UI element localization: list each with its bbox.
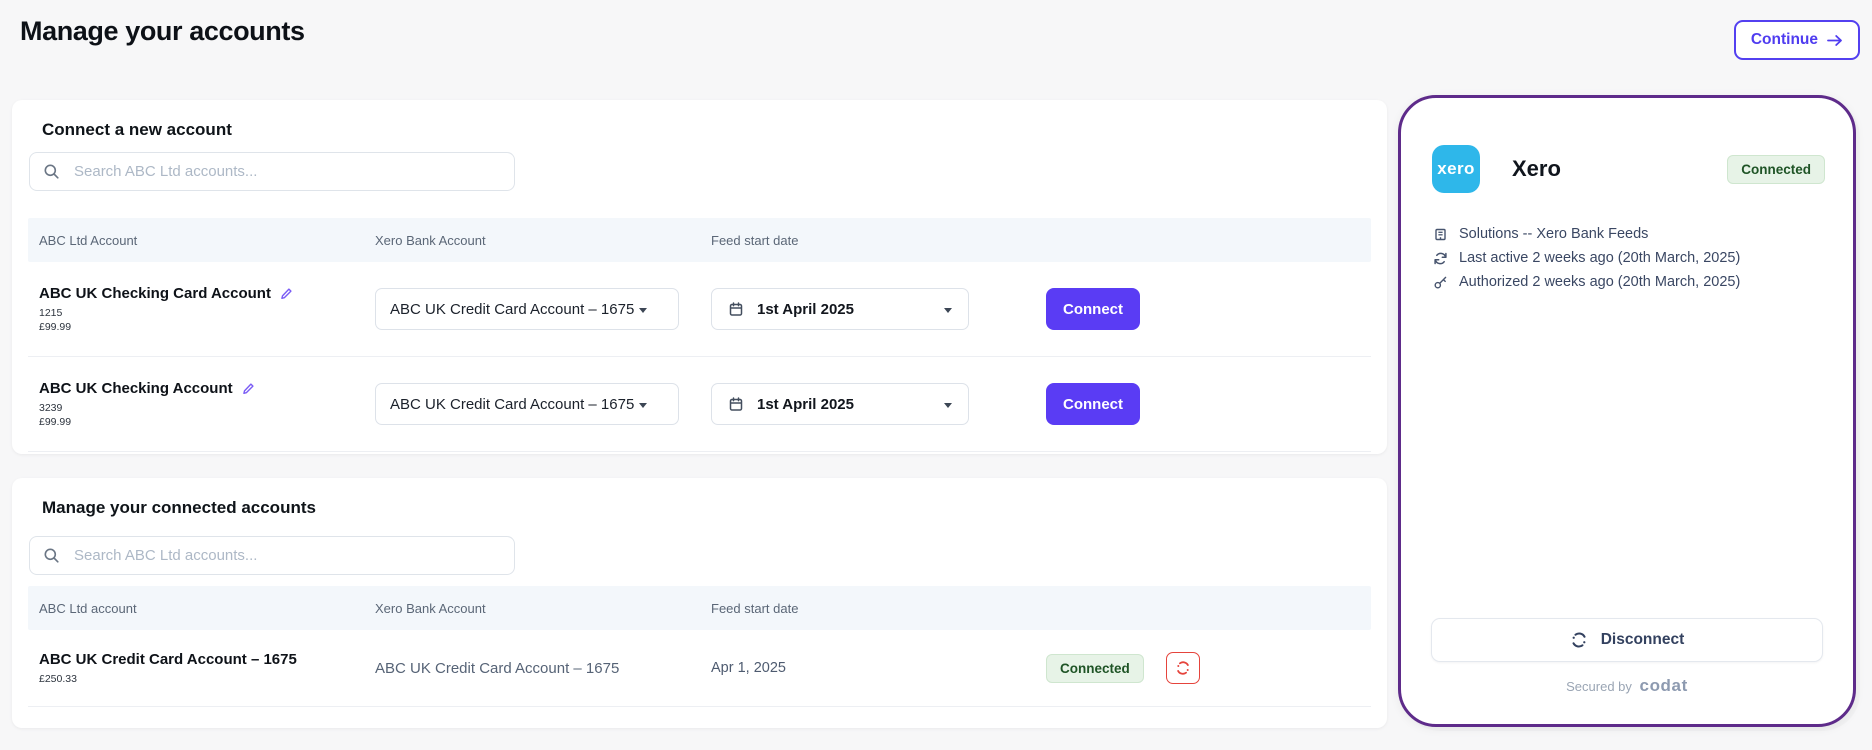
- connect-button[interactable]: Connect: [1046, 288, 1140, 330]
- account-name: ABC UK Checking Card Account: [39, 285, 271, 302]
- column-feed-start-date: Feed start date: [711, 233, 1046, 248]
- connect-search-input[interactable]: [72, 162, 501, 181]
- calendar-icon: [728, 396, 744, 412]
- table-row: ABC UK Checking Card Account 1215 £99.99…: [28, 262, 1371, 357]
- edit-icon[interactable]: [242, 382, 255, 395]
- feed-start-date-picker[interactable]: 1st April 2025: [711, 383, 969, 425]
- xero-account-selected-value: ABC UK Credit Card Account – 1675: [390, 301, 634, 318]
- column-feed-start-date: Feed start date: [711, 601, 1046, 616]
- disconnect-label: Disconnect: [1601, 631, 1685, 649]
- key-icon: [1433, 275, 1448, 290]
- account-number: 3239: [39, 402, 375, 414]
- continue-label: Continue: [1751, 31, 1818, 49]
- account-number: 1215: [39, 307, 375, 319]
- secured-by-text: Secured by: [1566, 679, 1632, 694]
- arrow-right-icon: [1827, 34, 1843, 47]
- column-xero-bank-account: Xero Bank Account: [375, 601, 711, 616]
- column-xero-bank-account: Xero Bank Account: [375, 233, 711, 248]
- calendar-icon: [728, 301, 744, 317]
- chevron-down-icon: [944, 403, 952, 408]
- search-icon: [43, 547, 60, 564]
- building-icon: [1433, 227, 1448, 242]
- connect-table-header: ABC Ltd Account Xero Bank Account Feed s…: [28, 218, 1371, 262]
- manage-table-header: ABC Ltd account Xero Bank Account Feed s…: [28, 586, 1371, 630]
- chevron-down-icon: [639, 403, 647, 408]
- unlink-icon: [1175, 660, 1191, 676]
- column-abc-ltd-account: ABC Ltd account: [28, 601, 375, 616]
- secured-by: Secured by codat: [1401, 676, 1853, 696]
- table-row: ABC UK Checking Account 3239 £99.99 ABC …: [28, 357, 1371, 452]
- codat-logo: codat: [1640, 676, 1688, 695]
- search-icon: [43, 163, 60, 180]
- continue-button[interactable]: Continue: [1734, 20, 1860, 60]
- column-abc-ltd-account: ABC Ltd Account: [28, 233, 375, 248]
- connection-status-badge: Connected: [1727, 155, 1825, 184]
- detail-text: Solutions -- Xero Bank Feeds: [1459, 226, 1648, 242]
- connect-new-account-card: Connect a new account ABC Ltd Account Xe…: [12, 100, 1387, 454]
- sync-icon: [1433, 251, 1448, 266]
- disconnect-button[interactable]: Disconnect: [1431, 618, 1823, 662]
- integration-panel: xero Xero Connected Solutions -- Xero Ba…: [1398, 95, 1856, 727]
- connect-search-box: [29, 152, 515, 191]
- integration-details: Solutions -- Xero Bank Feeds Last active…: [1433, 226, 1833, 298]
- xero-account-select[interactable]: ABC UK Credit Card Account – 1675: [375, 383, 679, 425]
- account-balance: £99.99: [39, 416, 375, 428]
- detail-text: Last active 2 weeks ago (20th March, 202…: [1459, 250, 1740, 266]
- chevron-down-icon: [639, 308, 647, 313]
- integration-name: Xero: [1512, 156, 1561, 182]
- feed-start-date-value: 1st April 2025: [757, 396, 854, 413]
- account-balance: £250.33: [39, 673, 375, 685]
- detail-solutions: Solutions -- Xero Bank Feeds: [1433, 226, 1833, 242]
- feed-start-date-picker[interactable]: 1st April 2025: [711, 288, 969, 330]
- xero-account-select[interactable]: ABC UK Credit Card Account – 1675: [375, 288, 679, 330]
- manage-connected-accounts-card: Manage your connected accounts ABC Ltd a…: [12, 478, 1387, 728]
- table-row: ABC UK Credit Card Account – 1675 £250.3…: [28, 630, 1371, 707]
- manage-search-box: [29, 536, 515, 575]
- xero-logo: xero: [1432, 145, 1480, 193]
- connect-section-title: Connect a new account: [42, 120, 232, 140]
- account-name: ABC UK Credit Card Account – 1675: [39, 651, 297, 668]
- account-balance: £99.99: [39, 321, 375, 333]
- detail-authorized: Authorized 2 weeks ago (20th March, 2025…: [1433, 274, 1833, 290]
- chevron-down-icon: [944, 308, 952, 313]
- edit-icon[interactable]: [280, 287, 293, 300]
- detail-last-active: Last active 2 weeks ago (20th March, 202…: [1433, 250, 1833, 266]
- feed-start-date-value: 1st April 2025: [757, 301, 854, 318]
- account-name: ABC UK Checking Account: [39, 380, 233, 397]
- feed-start-date-value: Apr 1, 2025: [711, 660, 1046, 676]
- unlink-icon: [1570, 631, 1588, 649]
- page-title: Manage your accounts: [20, 16, 305, 47]
- connect-button[interactable]: Connect: [1046, 383, 1140, 425]
- manage-search-input[interactable]: [72, 546, 501, 565]
- xero-account-value: ABC UK Credit Card Account – 1675: [375, 660, 711, 677]
- manage-section-title: Manage your connected accounts: [42, 498, 316, 518]
- xero-account-selected-value: ABC UK Credit Card Account – 1675: [390, 396, 634, 413]
- status-badge: Connected: [1046, 654, 1144, 683]
- disconnect-account-button[interactable]: [1166, 652, 1200, 684]
- detail-text: Authorized 2 weeks ago (20th March, 2025…: [1459, 274, 1740, 290]
